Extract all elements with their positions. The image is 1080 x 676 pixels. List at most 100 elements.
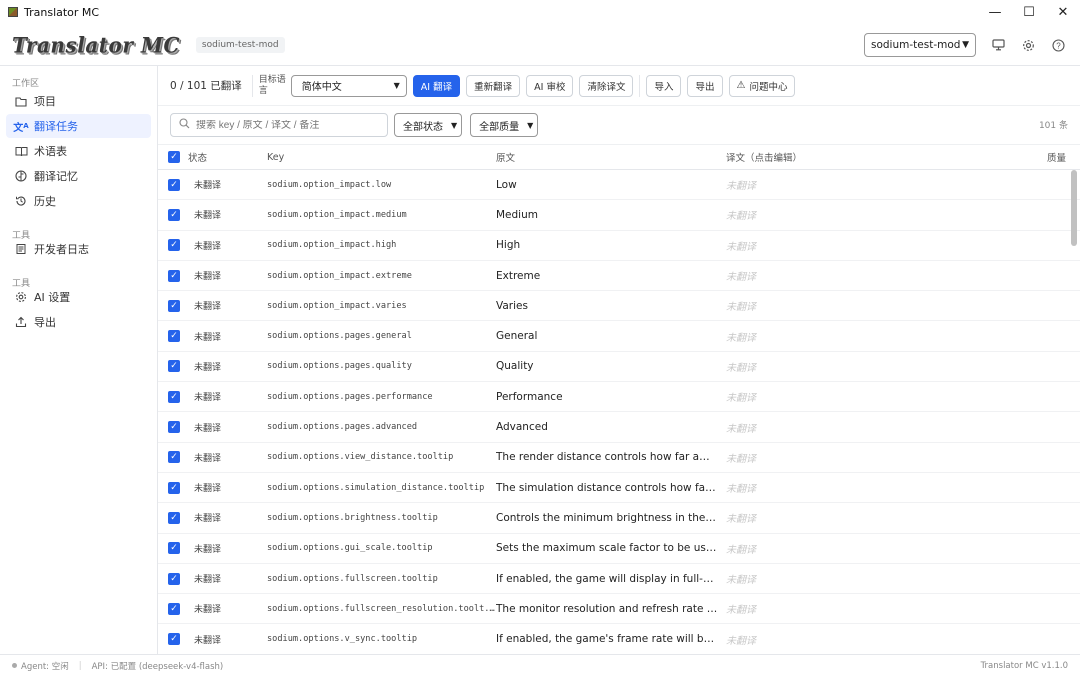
row-status: 未翻译 <box>194 393 222 404</box>
status-filter-value: 全部状态 <box>403 121 443 133</box>
sidebar-item-label: 翻译记忆 <box>34 170 78 183</box>
row-translation[interactable]: 未翻译 <box>726 541 1036 556</box>
table-row[interactable]: ✓ 未翻译 sodium.options.brightness.tooltip Con… <box>158 503 1080 534</box>
row-translation[interactable]: 未翻译 <box>726 601 1036 616</box>
table-scrollbar[interactable] <box>1070 170 1078 654</box>
row-translation[interactable]: 未翻译 <box>726 298 1036 313</box>
status-filter-select[interactable]: 全部状态 ▼ <box>394 113 463 137</box>
clear-translation-button[interactable]: 清除译文 <box>579 74 634 97</box>
row-checkbox[interactable]: ✓ <box>168 390 180 403</box>
row-checkbox[interactable]: ✓ <box>168 511 180 524</box>
row-checkbox[interactable]: ✓ <box>168 451 180 464</box>
table-row[interactable]: ✓ 未翻译 sodium.options.fullscreen_resolution… <box>158 594 1080 625</box>
table-row[interactable]: ✓ 未翻译 sodium.options.v_sync.tooltip If enab… <box>158 624 1080 654</box>
table-row[interactable]: ✓ 未翻译 sodium.options.pages.performance Perf… <box>158 382 1080 413</box>
sidebar-item-history[interactable]: 历史 <box>6 189 151 213</box>
agent-status-dot <box>12 663 17 668</box>
monitor-icon[interactable] <box>990 37 1006 53</box>
table-row[interactable]: ✓ 未翻译 sodium.options.pages.general General 未… <box>158 321 1080 352</box>
svg-text:?: ? <box>1056 41 1061 50</box>
row-key: sodium.options.fullscreen_resolution.too… <box>267 603 496 614</box>
issue-center-button[interactable]: ⚠ 问题中心 <box>728 74 796 97</box>
table-row[interactable]: ✓ 未翻译 sodium.options.pages.quality Quality 未… <box>158 352 1080 383</box>
row-translation[interactable]: 未翻译 <box>726 389 1036 404</box>
minimize-button[interactable]: — <box>978 0 1012 24</box>
row-checkbox[interactable]: ✓ <box>168 208 180 221</box>
select-all-checkbox[interactable]: ✓ <box>168 151 180 163</box>
gear-icon <box>14 290 28 304</box>
row-translation[interactable]: 未翻译 <box>726 450 1036 465</box>
search-input[interactable] <box>196 119 376 131</box>
progress-text: 0 / 101 已翻译 <box>170 80 242 92</box>
row-checkbox[interactable]: ✓ <box>168 572 180 585</box>
header-key: Key <box>267 151 285 163</box>
row-checkbox[interactable]: ✓ <box>168 269 180 282</box>
row-translation[interactable]: 未翻译 <box>726 238 1036 253</box>
window-titlebar: Translator MC — ☐ ✕ <box>0 0 1080 24</box>
row-key: sodium.options.pages.general <box>267 331 412 342</box>
row-checkbox[interactable]: ✓ <box>168 481 180 494</box>
sidebar-item-translate-tasks[interactable]: 文A 翻译任务 <box>6 114 151 138</box>
quality-filter-value: 全部质量 <box>479 121 520 133</box>
row-key: sodium.options.view_distance.tooltip <box>267 452 454 463</box>
sidebar-section-title: 工具 <box>12 231 31 241</box>
quality-filter-select[interactable]: 全部质量 ▼ <box>470 113 539 137</box>
ai-review-button[interactable]: AI 审校 <box>526 74 574 97</box>
maximize-button[interactable]: ☐ <box>1012 0 1046 24</box>
table-row[interactable]: ✓ 未翻译 sodium.option_impact.high High 未翻译 <box>158 231 1080 261</box>
row-checkbox[interactable]: ✓ <box>168 360 180 373</box>
search-icon <box>179 118 190 132</box>
table-row[interactable]: ✓ 未翻译 sodium.option_impact.low Low 未翻译 <box>158 170 1080 201</box>
search-box[interactable] <box>170 113 388 137</box>
row-status: 未翻译 <box>194 605 222 616</box>
api-status: API: 已配置 (deepseek-v4-flash) <box>91 661 224 672</box>
target-language-select[interactable]: 简体中文 ▼ <box>290 74 407 97</box>
row-translation[interactable]: 未翻译 <box>726 207 1036 222</box>
table-row[interactable]: ✓ 未翻译 sodium.options.pages.advanced Advance… <box>158 412 1080 443</box>
ai-translate-button[interactable]: AI 翻译 <box>412 74 461 97</box>
app-version: Translator MC v1.1.0 <box>980 660 1068 671</box>
row-checkbox[interactable]: ✓ <box>168 239 180 252</box>
row-translation[interactable]: 未翻译 <box>726 177 1036 192</box>
row-checkbox[interactable]: ✓ <box>168 299 180 312</box>
target-language-label: 目标语言 <box>258 74 286 96</box>
table-row[interactable]: ✓ 未翻译 sodium.options.simulation_distance.t… <box>158 473 1080 504</box>
table-row[interactable]: ✓ 未翻译 sodium.option_impact.medium Medium 未翻译 <box>158 200 1080 231</box>
table-row[interactable]: ✓ 未翻译 sodium.options.view_distance.tooltip… <box>158 443 1080 473</box>
help-icon[interactable]: ? <box>1050 37 1066 53</box>
row-checkbox[interactable]: ✓ <box>168 178 180 191</box>
row-translation[interactable]: 未翻译 <box>726 571 1036 586</box>
table-row[interactable]: ✓ 未翻译 sodium.options.gui_scale.tooltip Sets… <box>158 534 1080 564</box>
row-checkbox[interactable]: ✓ <box>168 421 180 434</box>
gear-icon[interactable] <box>1020 37 1036 53</box>
row-translation[interactable]: 未翻译 <box>726 268 1036 283</box>
project-select[interactable]: sodium-test-mod ▼ <box>864 33 976 57</box>
row-checkbox[interactable]: ✓ <box>168 602 180 615</box>
sidebar-item-export[interactable]: 导出 <box>6 310 151 334</box>
row-translation[interactable]: 未翻译 <box>726 480 1036 495</box>
sidebar-item-translation-memory[interactable]: 翻译记忆 <box>6 164 151 188</box>
table-row[interactable]: ✓ 未翻译 sodium.option_impact.extreme Extreme 未… <box>158 261 1080 292</box>
import-button[interactable]: 导入 <box>646 74 682 97</box>
header-translation: 译文（点击编辑） <box>726 153 803 164</box>
upload-icon <box>14 315 28 329</box>
sidebar-item-projects[interactable]: 项目 <box>6 89 151 113</box>
row-source: Medium <box>496 208 538 221</box>
row-checkbox[interactable]: ✓ <box>168 633 180 646</box>
row-translation[interactable]: 未翻译 <box>726 359 1036 374</box>
row-checkbox[interactable]: ✓ <box>168 542 180 555</box>
table-row[interactable]: ✓ 未翻译 sodium.options.fullscreen.tooltip If … <box>158 564 1080 595</box>
export-button[interactable]: 导出 <box>687 74 723 97</box>
sidebar-item-glossary[interactable]: 术语表 <box>6 139 151 163</box>
row-checkbox[interactable]: ✓ <box>168 330 180 343</box>
table-body: ✓ 未翻译 sodium.option_impact.low Low 未翻译 ✓ 未翻译 s… <box>158 170 1080 654</box>
row-translation[interactable]: 未翻译 <box>726 420 1036 435</box>
retranslate-button[interactable]: 重新翻译 <box>466 74 521 97</box>
table-row[interactable]: ✓ 未翻译 sodium.option_impact.varies Varies 未翻译 <box>158 291 1080 322</box>
chevron-down-icon: ▼ <box>527 120 534 130</box>
scrollbar-thumb[interactable] <box>1071 170 1077 246</box>
row-translation[interactable]: 未翻译 <box>726 510 1036 525</box>
row-translation[interactable]: 未翻译 <box>726 632 1036 647</box>
close-button[interactable]: ✕ <box>1046 0 1080 24</box>
row-translation[interactable]: 未翻译 <box>726 329 1036 344</box>
